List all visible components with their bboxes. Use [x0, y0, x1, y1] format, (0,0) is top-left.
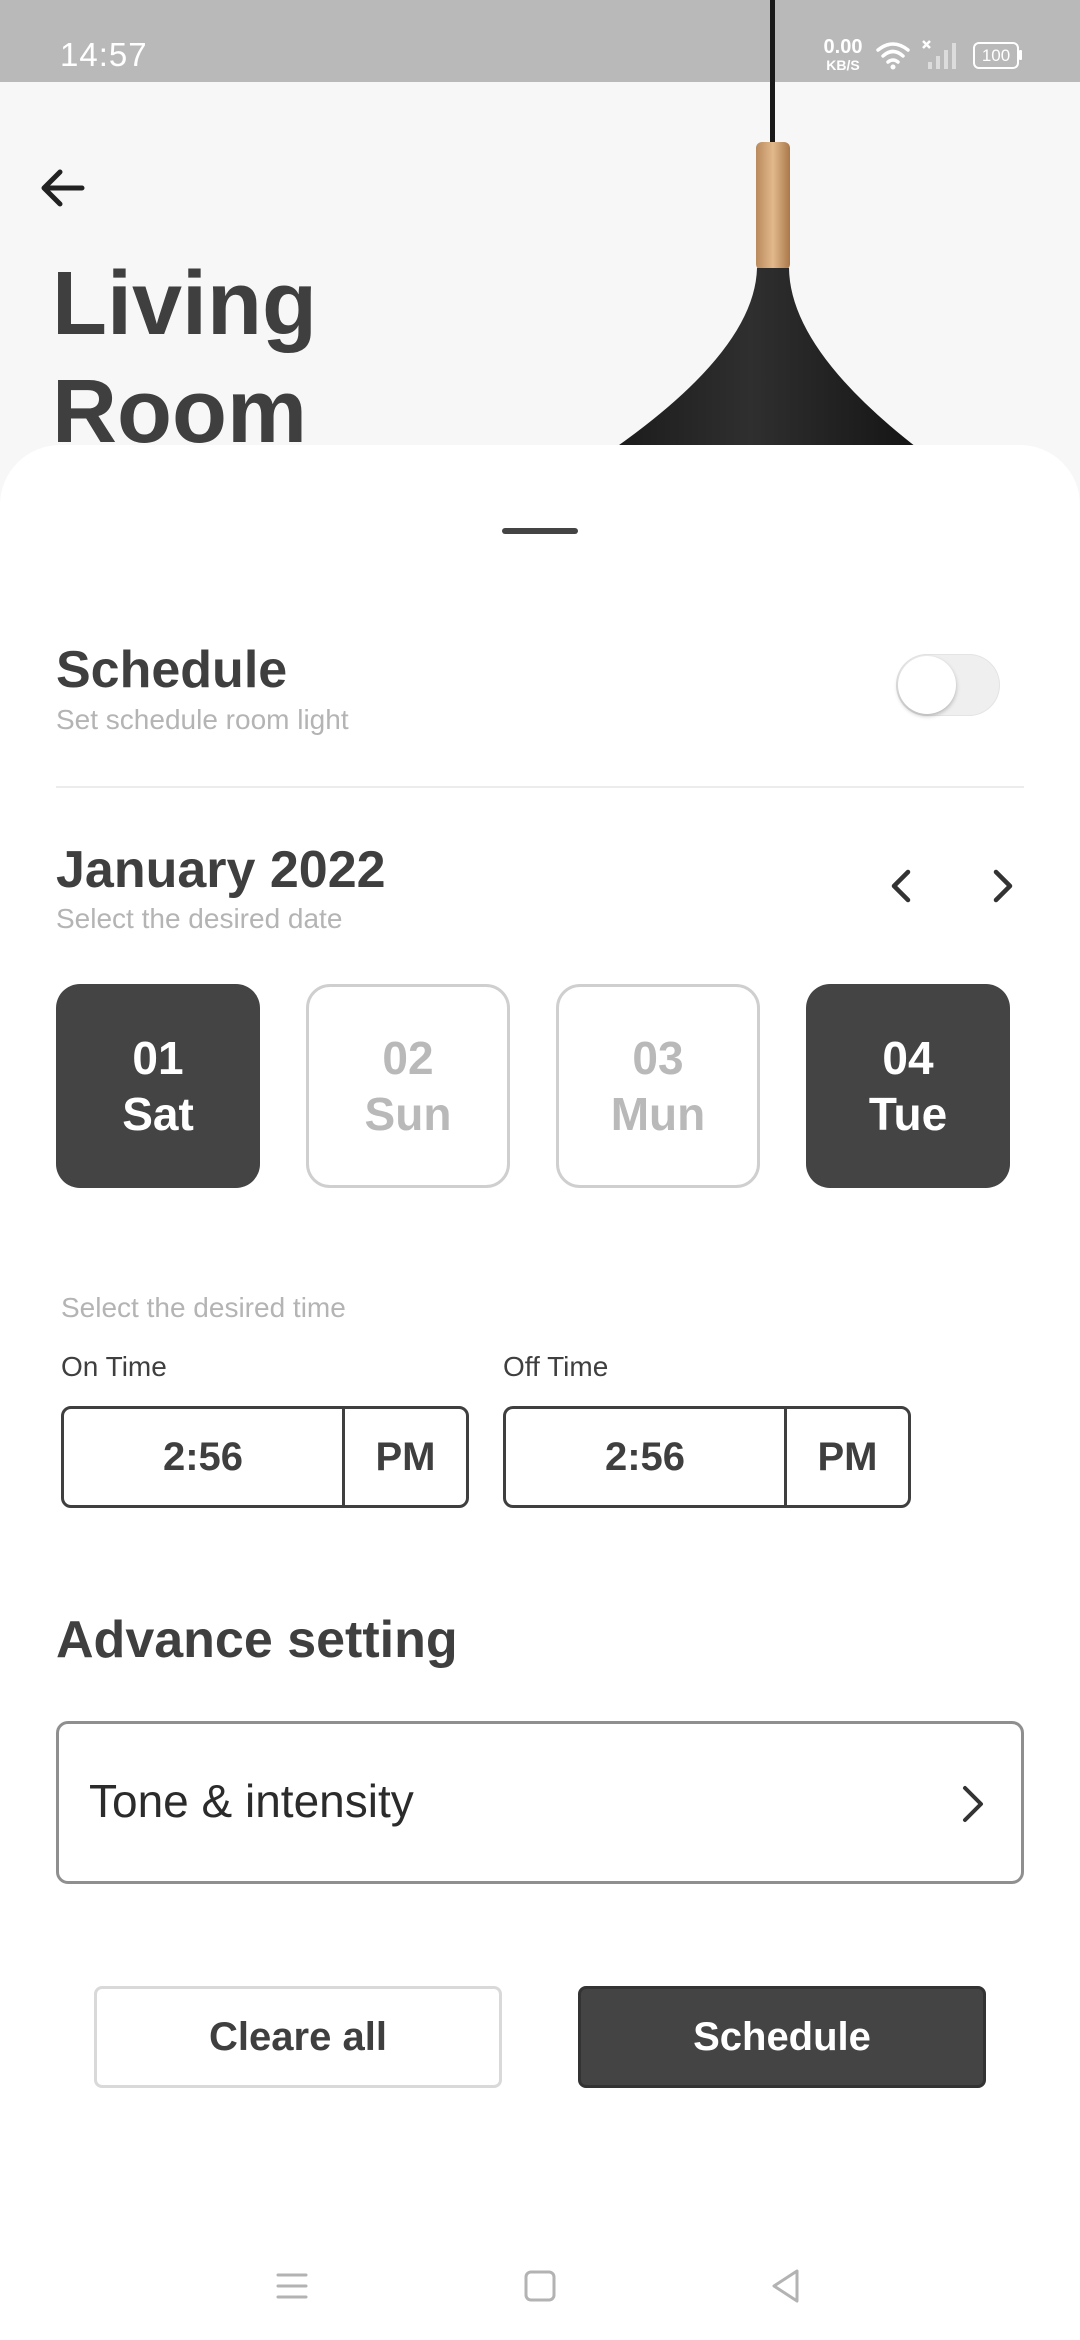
menu-icon[interactable]: [270, 2264, 314, 2308]
date-weekday: Mun: [610, 1088, 706, 1140]
date-card-01[interactable]: 01 Sat: [56, 984, 260, 1188]
page-title-line1: Living: [52, 254, 317, 354]
date-card-03[interactable]: 03 Mun: [556, 984, 760, 1188]
home-icon[interactable]: [518, 2264, 562, 2308]
date-day: 02: [382, 1032, 434, 1084]
off-time-value[interactable]: 2:56: [506, 1409, 787, 1505]
date-weekday: Sat: [122, 1088, 194, 1140]
system-nav-bar: [0, 2230, 1080, 2340]
status-time: 14:57: [60, 36, 148, 73]
toggle-knob: [898, 656, 956, 714]
date-day: 01: [132, 1032, 184, 1084]
month-title: January 2022: [56, 841, 386, 899]
chevron-right-icon: [963, 1786, 983, 1822]
date-day: 04: [882, 1032, 934, 1084]
off-time-picker: 2:56 PM: [503, 1406, 911, 1508]
sheet-drag-handle[interactable]: [502, 528, 578, 534]
prev-month-button[interactable]: [874, 858, 930, 914]
date-weekday: Tue: [868, 1088, 948, 1140]
off-time-label: Off Time: [503, 1351, 609, 1382]
tone-intensity-label: Tone & intensity: [89, 1775, 414, 1827]
date-day: 03: [632, 1032, 684, 1084]
schedule-title: Schedule: [56, 641, 288, 699]
off-time-period[interactable]: PM: [787, 1409, 908, 1505]
next-month-button[interactable]: [974, 858, 1030, 914]
battery-icon: 100: [973, 42, 1023, 69]
back-nav-icon[interactable]: [764, 2264, 808, 2308]
tone-intensity-row[interactable]: Tone & intensity: [56, 1721, 1024, 1884]
on-time-value[interactable]: 2:56: [64, 1409, 345, 1505]
on-time-period[interactable]: PM: [345, 1409, 466, 1505]
on-time-label: On Time: [61, 1351, 167, 1382]
advance-setting-title: Advance setting: [56, 1611, 458, 1669]
on-time-picker: 2:56 PM: [61, 1406, 469, 1508]
battery-level: 100: [973, 42, 1019, 69]
clear-all-button[interactable]: Cleare all: [94, 1986, 502, 2088]
pendant-lamp-image: [612, 0, 920, 450]
date-subtitle: Select the desired date: [56, 903, 343, 934]
date-card-02[interactable]: 02 Sun: [306, 984, 510, 1188]
schedule-button[interactable]: Schedule: [578, 1986, 986, 2088]
back-button[interactable]: [30, 158, 94, 222]
page-title: Living Room: [52, 250, 317, 466]
schedule-toggle[interactable]: [896, 654, 1000, 716]
schedule-subtitle: Set schedule room light: [56, 704, 349, 735]
time-subtitle: Select the desired time: [61, 1292, 346, 1323]
divider: [56, 786, 1024, 788]
date-card-04[interactable]: 04 Tue: [806, 984, 1010, 1188]
date-weekday: Sun: [364, 1088, 452, 1140]
